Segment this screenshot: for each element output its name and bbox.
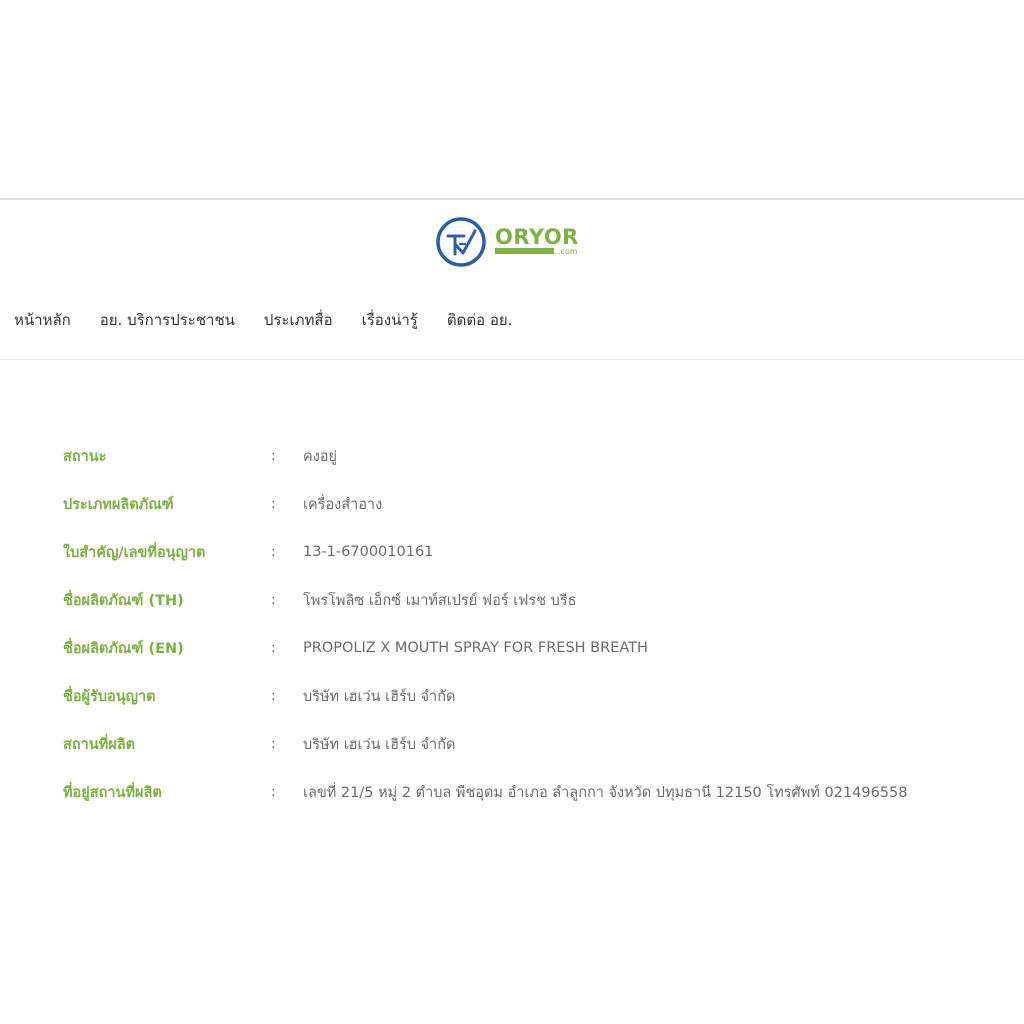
detail-row-licensee: ชื่อผู้รับอนุญาต : บริษัท เฮเว่น เฮิร์บ …: [0, 672, 1024, 720]
detail-separator: :: [271, 784, 276, 800]
top-blank-area: [0, 0, 1024, 200]
detail-row-status: สถานะ : คงอยู่: [0, 432, 1024, 480]
detail-separator: :: [271, 688, 276, 704]
detail-separator: :: [271, 592, 276, 608]
detail-value: เลขที่ 21/5 หมู่ 2 ตำบล พืชอุดม อำเภอ ลำ…: [303, 784, 908, 801]
detail-separator: :: [271, 496, 276, 512]
detail-value: บริษัท เฮเว่น เฮิร์บ จำกัด: [303, 688, 456, 705]
detail-value: คงอยู่: [303, 448, 337, 465]
detail-value: เครื่องสำอาง: [303, 496, 383, 513]
nav-item-knowledge[interactable]: เรื่องน่ารู้: [362, 308, 418, 332]
detail-label: ชื่อผลิตภัณฑ์ (EN): [63, 640, 184, 657]
detail-row-product-type: ประเภทผลิตภัณฑ์ : เครื่องสำอาง: [0, 480, 1024, 528]
detail-label: ชื่อผู้รับอนุญาต: [63, 688, 156, 705]
nav-item-media-types[interactable]: ประเภทสื่อ: [264, 308, 333, 332]
detail-separator: :: [271, 640, 276, 656]
logo-dotcom: .com: [558, 247, 578, 256]
detail-label: สถานที่ผลิต: [63, 736, 136, 753]
detail-value: บริษัท เฮเว่น เฮิร์บ จำกัด: [303, 736, 456, 753]
nav-item-contact[interactable]: ติดต่อ อย.: [447, 308, 513, 332]
detail-label: ที่อยู่สถานที่ผลิต: [63, 784, 162, 801]
detail-value: PROPOLIZ X MOUTH SPRAY FOR FRESH BREATH: [303, 640, 648, 656]
product-details: สถานะ : คงอยู่ ประเภทผลิตภัณฑ์ : เครื่อง…: [0, 432, 1024, 816]
detail-label: สถานะ: [63, 448, 107, 465]
detail-label: ใบสำคัญ/เลขที่อนุญาต: [63, 544, 206, 561]
detail-row-license-number: ใบสำคัญ/เลขที่อนุญาต : 13-1-6700010161: [0, 528, 1024, 576]
detail-label: ประเภทผลิตภัณฑ์: [63, 496, 174, 513]
detail-row-product-name-en: ชื่อผลิตภัณฑ์ (EN) : PROPOLIZ X MOUTH SP…: [0, 624, 1024, 672]
page: ORYOR .com หน้าหลัก อย. บริการประชาชน ปร…: [0, 0, 1024, 1024]
detail-row-product-name-th: ชื่อผลิตภัณฑ์ (TH) : โพรโพลิซ เอ็กซ์ เมา…: [0, 576, 1024, 624]
nav-item-public-services[interactable]: อย. บริการประชาชน: [100, 308, 235, 332]
detail-label: ชื่อผลิตภัณฑ์ (TH): [63, 592, 184, 609]
detail-value: โพรโพลิซ เอ็กซ์ เมาท์สเปรย์ ฟอร์ เฟรช บร…: [303, 592, 577, 609]
detail-row-manufacturer: สถานที่ผลิต : บริษัท เฮเว่น เฮิร์บ จำกัด: [0, 720, 1024, 768]
detail-separator: :: [271, 544, 276, 560]
nav-item-home[interactable]: หน้าหลัก: [14, 308, 71, 332]
main-nav: หน้าหลัก อย. บริการประชาชน ประเภทสื่อ เร…: [0, 308, 527, 332]
detail-separator: :: [271, 736, 276, 752]
oryor-logo-icon: ORYOR .com: [436, 217, 579, 267]
detail-separator: :: [271, 448, 276, 464]
logo-text: ORYOR: [495, 225, 579, 249]
detail-row-manufacturer-address: ที่อยู่สถานที่ผลิต : เลขที่ 21/5 หมู่ 2 …: [0, 768, 1024, 816]
site-header: ORYOR .com หน้าหลัก อย. บริการประชาชน ปร…: [0, 200, 1024, 360]
detail-value: 13-1-6700010161: [303, 544, 434, 560]
